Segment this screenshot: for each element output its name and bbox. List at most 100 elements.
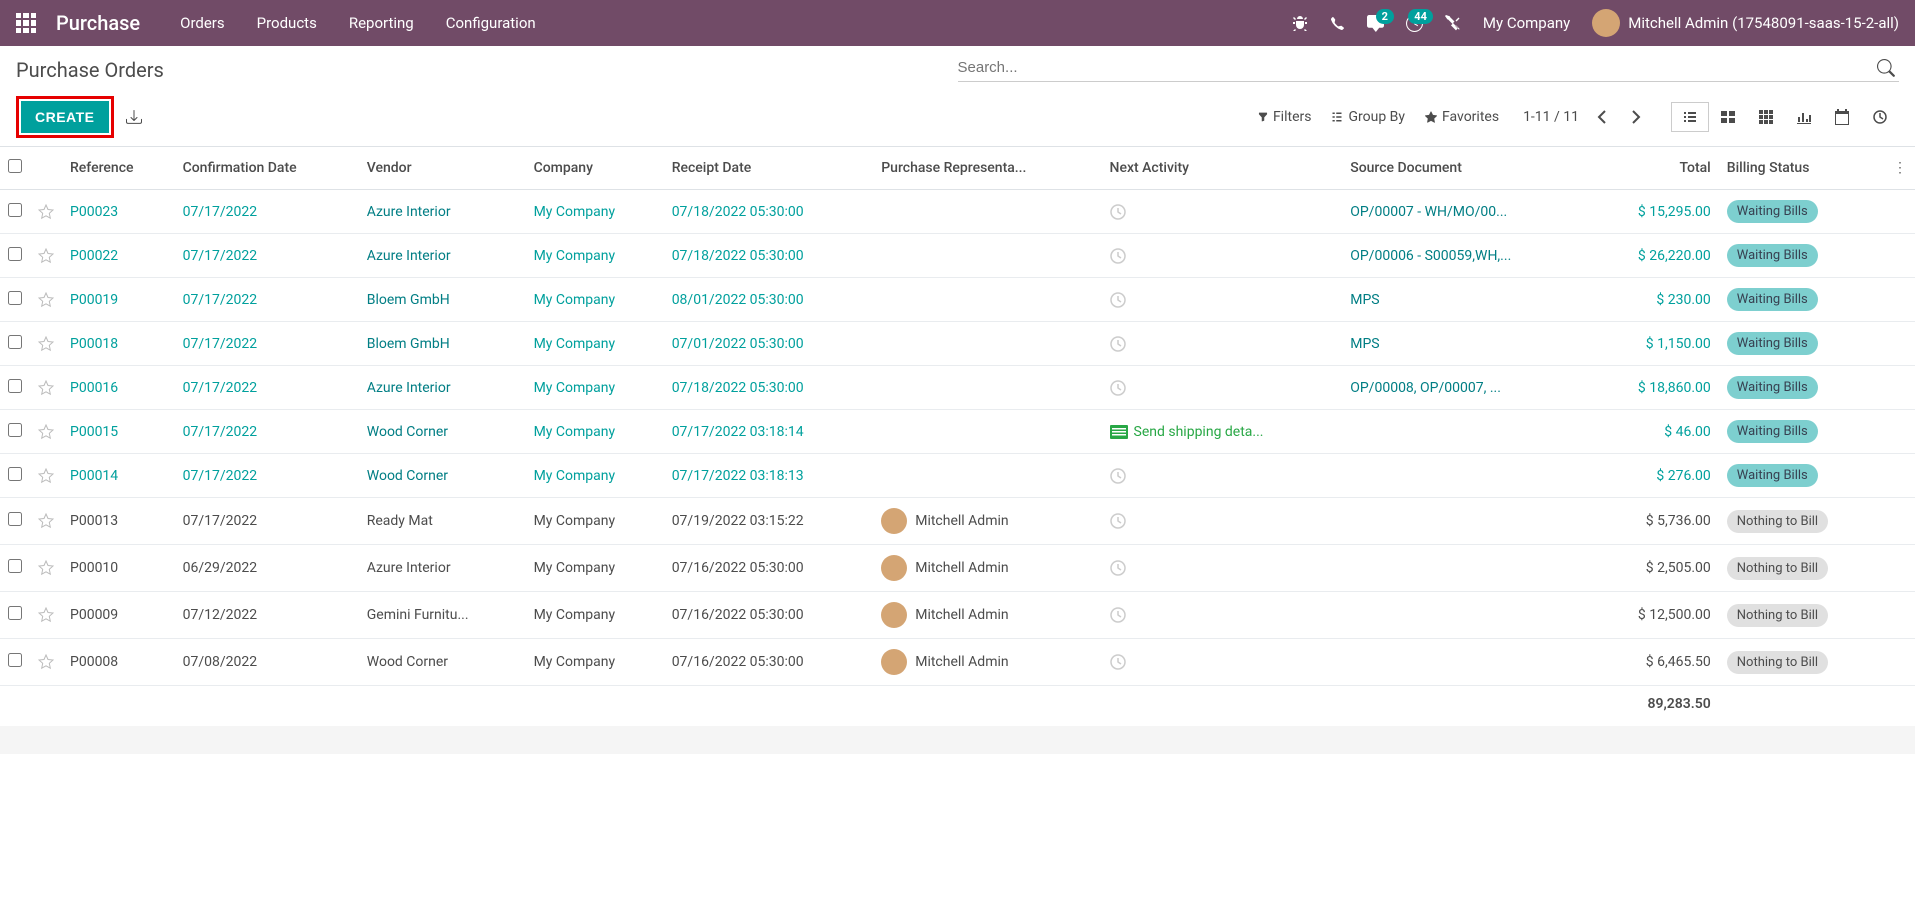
clock-icon[interactable]	[1110, 607, 1335, 623]
cell-confirmation-date[interactable]: 07/17/2022	[175, 366, 359, 410]
view-activity-icon[interactable]	[1861, 102, 1899, 132]
cell-receipt-date[interactable]: 07/16/2022 05:30:00	[664, 592, 874, 639]
cell-total[interactable]: $ 276.00	[1593, 454, 1719, 498]
menu-reporting[interactable]: Reporting	[349, 14, 414, 32]
cell-source-doc[interactable]	[1342, 592, 1593, 639]
clock-icon[interactable]	[1110, 380, 1335, 396]
messaging-icon[interactable]: 2	[1367, 15, 1384, 32]
cell-total[interactable]: $ 15,295.00	[1593, 190, 1719, 234]
cell-vendor[interactable]: Wood Corner	[359, 410, 526, 454]
cell-vendor[interactable]: Wood Corner	[359, 639, 526, 686]
col-total[interactable]: Total	[1593, 147, 1719, 190]
star-icon[interactable]	[30, 592, 62, 639]
cell-company[interactable]: My Company	[526, 639, 664, 686]
cell-total[interactable]: $ 26,220.00	[1593, 234, 1719, 278]
activity-send[interactable]: Send shipping deta...	[1110, 424, 1335, 440]
cell-source-doc[interactable]: OP/00006 - S00059,WH,...	[1342, 234, 1593, 278]
cell-receipt-date[interactable]: 07/18/2022 05:30:00	[664, 366, 874, 410]
star-icon[interactable]	[30, 454, 62, 498]
star-icon[interactable]	[30, 278, 62, 322]
cell-confirmation-date[interactable]: 07/17/2022	[175, 190, 359, 234]
cell-confirmation-date[interactable]: 07/17/2022	[175, 410, 359, 454]
cell-company[interactable]: My Company	[526, 190, 664, 234]
row-checkbox[interactable]	[8, 559, 22, 573]
table-row[interactable]: P00013 07/17/2022 Ready Mat My Company 0…	[0, 498, 1915, 545]
row-checkbox[interactable]	[8, 203, 22, 217]
cell-receipt-date[interactable]: 08/01/2022 05:30:00	[664, 278, 874, 322]
filters-button[interactable]: Filters	[1258, 109, 1312, 125]
clock-icon[interactable]	[1110, 248, 1335, 264]
cell-company[interactable]: My Company	[526, 366, 664, 410]
cell-total[interactable]: $ 230.00	[1593, 278, 1719, 322]
search-input[interactable]	[958, 59, 1874, 76]
cell-source-doc[interactable]: MPS	[1342, 322, 1593, 366]
col-source-doc[interactable]: Source Document	[1342, 147, 1593, 190]
debug-icon[interactable]	[1292, 15, 1308, 31]
cell-vendor[interactable]: Gemini Furnitu...	[359, 592, 526, 639]
star-icon[interactable]	[30, 410, 62, 454]
clock-icon[interactable]	[1110, 292, 1335, 308]
table-row[interactable]: P00023 07/17/2022 Azure Interior My Comp…	[0, 190, 1915, 234]
cell-reference[interactable]: P00018	[62, 322, 175, 366]
cell-vendor[interactable]: Ready Mat	[359, 498, 526, 545]
view-list-icon[interactable]	[1671, 102, 1709, 132]
cell-source-doc[interactable]	[1342, 454, 1593, 498]
table-row[interactable]: P00016 07/17/2022 Azure Interior My Comp…	[0, 366, 1915, 410]
cell-reference[interactable]: P00013	[62, 498, 175, 545]
table-row[interactable]: P00018 07/17/2022 Bloem GmbH My Company …	[0, 322, 1915, 366]
star-icon[interactable]	[30, 234, 62, 278]
cell-vendor[interactable]: Azure Interior	[359, 545, 526, 592]
groupby-button[interactable]: Group By	[1331, 109, 1405, 125]
menu-products[interactable]: Products	[257, 14, 317, 32]
cell-company[interactable]: My Company	[526, 278, 664, 322]
cell-source-doc[interactable]	[1342, 498, 1593, 545]
pager-next-icon[interactable]	[1625, 106, 1647, 128]
row-checkbox[interactable]	[8, 291, 22, 305]
cell-receipt-date[interactable]: 07/17/2022 03:18:14	[664, 410, 874, 454]
table-row[interactable]: P00019 07/17/2022 Bloem GmbH My Company …	[0, 278, 1915, 322]
download-icon[interactable]	[126, 109, 142, 125]
clock-icon[interactable]	[1110, 513, 1335, 529]
star-icon[interactable]	[30, 366, 62, 410]
star-icon[interactable]	[30, 322, 62, 366]
clock-icon[interactable]	[1110, 560, 1335, 576]
cell-company[interactable]: My Company	[526, 454, 664, 498]
create-button[interactable]: CREATE	[21, 101, 109, 133]
cell-reference[interactable]: P00008	[62, 639, 175, 686]
clock-icon[interactable]	[1110, 654, 1335, 670]
cell-total[interactable]: $ 1,150.00	[1593, 322, 1719, 366]
cell-reference[interactable]: P00016	[62, 366, 175, 410]
row-checkbox[interactable]	[8, 653, 22, 667]
table-row[interactable]: P00009 07/12/2022 Gemini Furnitu... My C…	[0, 592, 1915, 639]
cell-source-doc[interactable]: OP/00008, OP/00007, ...	[1342, 366, 1593, 410]
cell-reference[interactable]: P00023	[62, 190, 175, 234]
favorites-button[interactable]: Favorites	[1425, 109, 1499, 125]
activities-icon[interactable]: 44	[1406, 15, 1423, 32]
cell-vendor[interactable]: Bloem GmbH	[359, 322, 526, 366]
col-next-activity[interactable]: Next Activity	[1102, 147, 1343, 190]
cell-confirmation-date[interactable]: 07/17/2022	[175, 234, 359, 278]
row-checkbox[interactable]	[8, 606, 22, 620]
col-confirmation-date[interactable]: Confirmation Date	[175, 147, 359, 190]
search-icon[interactable]	[1873, 59, 1899, 77]
cell-reference[interactable]: P00009	[62, 592, 175, 639]
cell-total[interactable]: $ 12,500.00	[1593, 592, 1719, 639]
col-vendor[interactable]: Vendor	[359, 147, 526, 190]
cell-reference[interactable]: P00019	[62, 278, 175, 322]
cell-company[interactable]: My Company	[526, 234, 664, 278]
cell-source-doc[interactable]: OP/00007 - WH/MO/00...	[1342, 190, 1593, 234]
apps-menu-icon[interactable]	[16, 13, 36, 33]
pager-prev-icon[interactable]	[1591, 106, 1613, 128]
row-checkbox[interactable]	[8, 512, 22, 526]
cell-vendor[interactable]: Azure Interior	[359, 234, 526, 278]
clock-icon[interactable]	[1110, 204, 1335, 220]
col-purchase-rep[interactable]: Purchase Representa...	[873, 147, 1101, 190]
view-calendar-icon[interactable]	[1823, 102, 1861, 132]
row-checkbox[interactable]	[8, 467, 22, 481]
row-checkbox[interactable]	[8, 379, 22, 393]
clock-icon[interactable]	[1110, 336, 1335, 352]
cell-vendor[interactable]: Bloem GmbH	[359, 278, 526, 322]
cell-receipt-date[interactable]: 07/01/2022 05:30:00	[664, 322, 874, 366]
phone-icon[interactable]	[1330, 16, 1345, 31]
company-switcher[interactable]: My Company	[1483, 14, 1570, 32]
